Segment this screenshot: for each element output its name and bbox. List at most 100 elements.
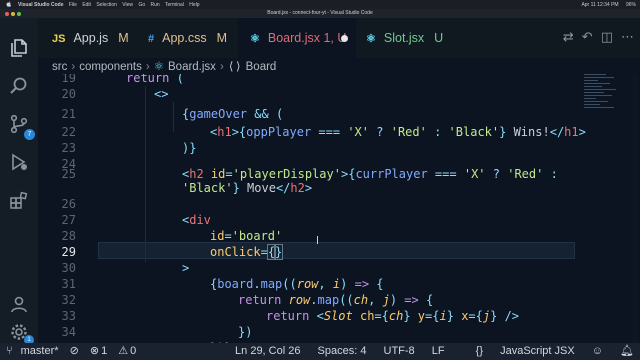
braces-icon: {} [475, 345, 484, 357]
vertical-scrollbar[interactable] [632, 74, 638, 343]
chevron-right-icon: › [145, 61, 150, 73]
split-editor-icon[interactable]: ◫ [601, 30, 613, 45]
menu-view[interactable]: View [122, 2, 133, 8]
indentation[interactable]: Spaces: 4 [318, 345, 367, 357]
warning-icon[interactable]: ⚠ [118, 345, 128, 357]
cursor-position[interactable]: Ln 29, Col 26 [235, 345, 300, 357]
tab-status: M [216, 31, 228, 45]
editor-actions: ⇄ ↶ ◫ ⋯ [555, 30, 634, 45]
unsaved-dot-icon[interactable] [341, 35, 348, 42]
menu-file[interactable]: File [69, 2, 77, 8]
chevron-right-icon: › [219, 61, 224, 73]
menubar-battery[interactable]: 96% [626, 2, 636, 8]
code-line: 'Black'} Move</h2> [182, 181, 313, 195]
breadcrumb-symbol[interactable]: Board [246, 61, 277, 73]
code-line: return ( [126, 74, 184, 85]
activity-bar: 7 1 [0, 18, 38, 345]
line-number: 31 [61, 277, 76, 291]
react-file-icon: ⚛ [153, 61, 164, 73]
compare-changes-icon[interactable]: ⇄ [563, 30, 574, 45]
menu-edit[interactable]: Edit [82, 2, 91, 8]
editor-tab-bar: JS App.js M # App.css M ⚛ Board.jsx 1, U ⚛ Slo… [38, 18, 640, 58]
code-line: )} [182, 141, 197, 155]
line-number: 27 [61, 213, 76, 227]
menu-selection[interactable]: Selection [96, 2, 117, 8]
indent-guide [173, 102, 174, 132]
error-count[interactable]: 1 [101, 345, 107, 357]
branch-icon[interactable]: ⑂ [6, 345, 13, 357]
breadcrumb-src[interactable]: src [52, 61, 67, 73]
window-title-bar: Board.jsx - connect-four-yt - Visual Stu… [0, 9, 640, 18]
menu-app-name[interactable]: Visual Studio Code [18, 2, 63, 8]
run-debug-icon[interactable] [9, 152, 29, 172]
code-line: > [182, 261, 190, 275]
go-back-icon[interactable]: ↶ [582, 30, 593, 45]
menu-run[interactable]: Run [151, 2, 160, 8]
breadcrumb-components[interactable]: components [79, 61, 142, 73]
line-number: 30 [61, 261, 76, 275]
code-line: return <Slot ch={ch} y={i} x={j} /> [266, 309, 520, 323]
menu-terminal[interactable]: Terminal [165, 2, 184, 8]
line-number: 34 [61, 325, 76, 339]
code-line: <div [182, 213, 211, 227]
current-line-highlight [98, 242, 575, 259]
tab-app-js[interactable]: JS App.js M [52, 18, 129, 58]
extensions-icon[interactable] [9, 190, 29, 210]
tab-label: App.js [73, 31, 109, 45]
notifications-icon[interactable]: 🔔︎ [620, 345, 634, 357]
git-branch[interactable]: master* [21, 345, 59, 357]
code-editor[interactable]: 19 20 21 22 23 24 25 26 27 28 29 30 31 3… [38, 74, 640, 343]
tab-board-jsx[interactable]: ⚛ Board.jsx 1, U [238, 18, 356, 58]
feedback-icon[interactable]: ☺ [592, 345, 603, 357]
code-line: {board.map((row, i) => { [210, 277, 384, 291]
css-file-icon: # [148, 33, 155, 45]
symbol-icon: ⟨⟩ [227, 59, 242, 73]
minimap[interactable] [584, 74, 624, 174]
tab-slot-jsx[interactable]: ⚛ Slot.jsx U [366, 18, 443, 58]
code-line: {gameOver && ( [182, 107, 284, 121]
language-label: JavaScript JSX [500, 345, 575, 357]
source-control-badge: 7 [24, 129, 35, 140]
chevron-right-icon: › [71, 61, 76, 73]
code-line: }) [238, 325, 253, 339]
menu-go[interactable]: Go [138, 2, 145, 8]
line-number: 19 [61, 74, 76, 85]
line-number: 29 [61, 245, 76, 259]
react-file-icon: ⚛ [366, 33, 376, 45]
line-number: 23 [61, 141, 76, 155]
explorer-icon[interactable] [9, 38, 29, 58]
line-number: 33 [61, 309, 76, 323]
line-number: 28 [61, 229, 76, 243]
tab-status: M [118, 31, 129, 45]
line-number: 32 [61, 293, 76, 307]
code-line: return row.map((ch, j) => { [238, 293, 434, 307]
sync-icon[interactable]: ⊘ [70, 345, 79, 357]
search-icon[interactable] [9, 76, 29, 96]
tab-label: App.css [162, 31, 207, 45]
menu-help[interactable]: Help [189, 2, 199, 8]
encoding[interactable]: UTF-8 [384, 345, 415, 357]
language-mode[interactable]: {} JavaScript JSX [462, 345, 575, 357]
line-number: 21 [61, 107, 76, 121]
tab-app-css[interactable]: # App.css M [148, 18, 227, 58]
react-file-icon: ⚛ [250, 33, 260, 45]
status-bar: ⑂ master* ⊘ ⊗ 1 ⚠ 0 Ln 29, Col 26 Spaces: 4… [0, 343, 640, 360]
more-actions-icon[interactable]: ⋯ [621, 30, 634, 45]
error-icon[interactable]: ⊗ [90, 345, 99, 357]
end-of-line[interactable]: LF [432, 345, 445, 357]
line-number: 25 [61, 167, 76, 181]
breadcrumb: src › components › ⚛ Board.jsx › ⟨⟩ Board [38, 58, 640, 74]
macos-menu-bar: Visual Studio Code File Edit Selection V… [0, 0, 640, 9]
code-line: onClick={} [210, 244, 284, 260]
window-title: Board.jsx - connect-four-yt - Visual Stu… [267, 10, 373, 16]
mouse-text-cursor [317, 236, 318, 244]
code-line: id='board' [210, 229, 283, 243]
breadcrumb-file[interactable]: Board.jsx [168, 61, 216, 73]
warning-count[interactable]: 0 [130, 345, 136, 357]
tab-label: Board.jsx [267, 31, 320, 45]
line-number: 22 [61, 125, 76, 139]
code-line: <h1>{oppPlayer === 'X' ? 'Red' : 'Black'… [210, 125, 586, 139]
menubar-clock[interactable]: Apr 11 12:34 PM [581, 2, 618, 8]
apple-icon[interactable] [6, 1, 11, 7]
accounts-icon[interactable] [9, 294, 29, 314]
